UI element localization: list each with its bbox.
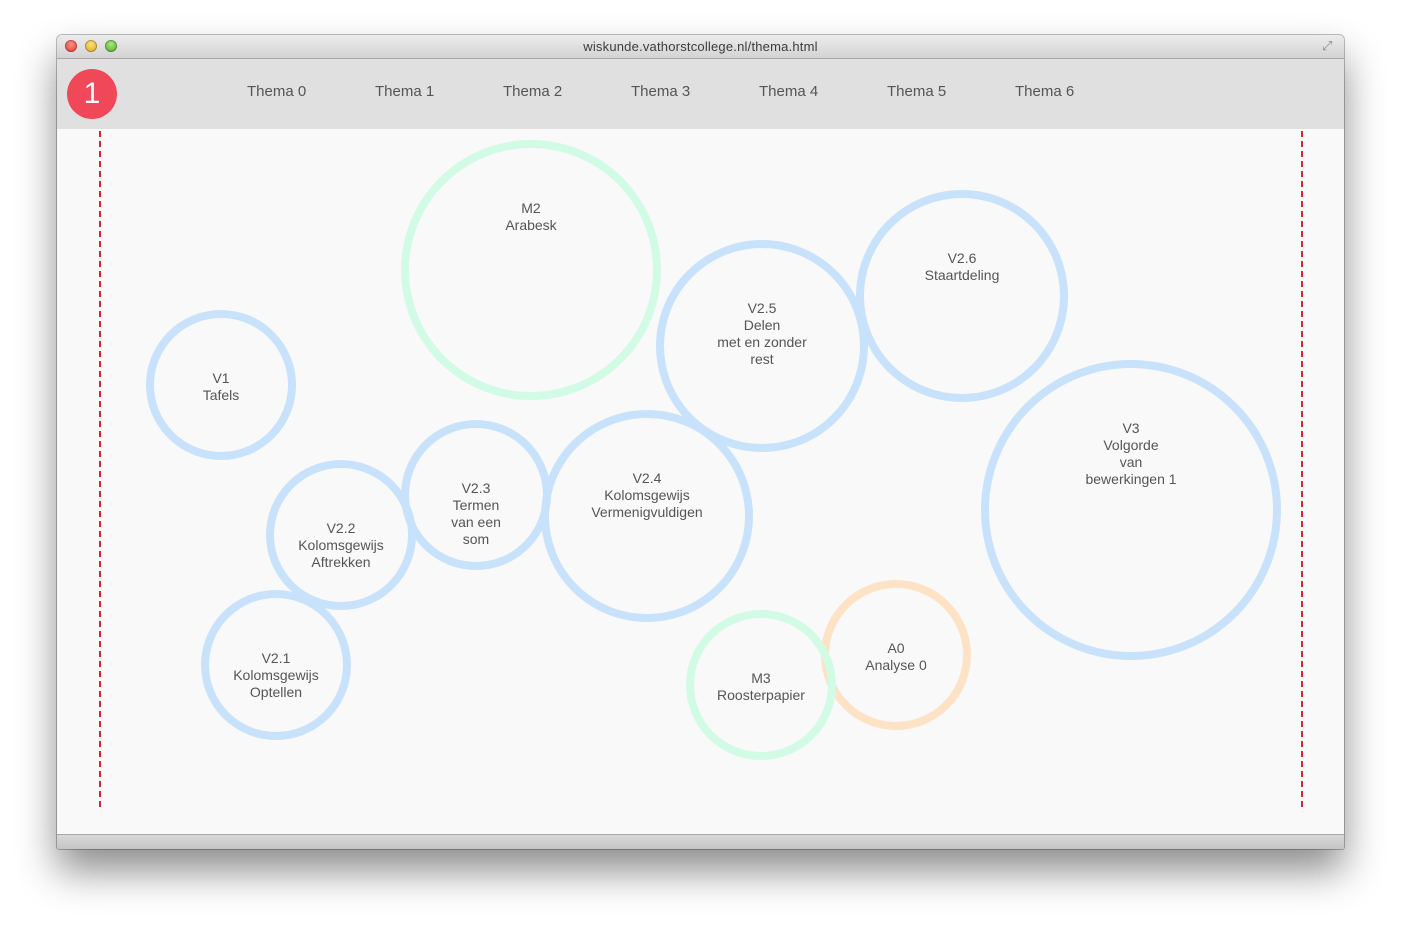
bottom-status-bar <box>57 834 1344 849</box>
bubble-v2-6-code: V2.6 <box>947 250 977 266</box>
bubble-v2-1-code: V2.1 <box>261 650 291 666</box>
bubble-v2-1[interactable]: V2.1 Kolomsgewijs Optellen <box>201 590 351 740</box>
bubble-m2-code: M2 <box>521 200 541 216</box>
bubble-v1-code: V1 <box>212 370 230 386</box>
bubble-m3[interactable]: M3 Roosterpapier <box>686 610 836 760</box>
top-navigation: 1 Thema 0 Thema 1 Thema 2 Thema 3 Thema … <box>57 59 1344 129</box>
bubble-v2-4-text: Kolomsgewijs Vermenigvuldigen <box>591 487 703 520</box>
bubble-v2-2-text: Kolomsgewijs Aftrekken <box>298 537 384 570</box>
left-guide-line <box>99 131 101 807</box>
bubble-v2-3-text: Termen van een som <box>451 497 501 547</box>
browser-window: wiskunde.vathorstcollege.nl/thema.html ⤢… <box>57 35 1344 849</box>
nav-item-thema-4[interactable]: Thema 4 <box>759 83 818 100</box>
bubble-m3-text: Roosterpapier <box>717 687 805 703</box>
bubble-v2-5-code: V2.5 <box>747 300 777 316</box>
right-guide-line <box>1301 131 1303 807</box>
fullscreen-icon[interactable]: ⤢ <box>1322 39 1336 53</box>
bubble-v1-text: Tafels <box>202 387 240 403</box>
bubble-m2[interactable]: M2 Arabesk <box>401 140 661 400</box>
bubble-v1[interactable]: V1 Tafels <box>146 310 296 460</box>
window-url-title: wiskunde.vathorstcollege.nl/thema.html <box>583 39 818 54</box>
bubble-a0[interactable]: A0 Analyse 0 <box>821 580 971 730</box>
bubble-v2-2-code: V2.2 <box>326 520 356 536</box>
bubble-v2-6-text: Staartdeling <box>924 267 1000 283</box>
bubble-v2-3[interactable]: V2.3 Termen van een som <box>401 420 551 570</box>
bubble-v2-6[interactable]: V2.6 Staartdeling <box>856 190 1068 402</box>
nav-item-thema-3[interactable]: Thema 3 <box>631 83 690 100</box>
logo-badge[interactable]: 1 <box>67 69 117 119</box>
bubble-v2-1-text: Kolomsgewijs Optellen <box>233 667 319 700</box>
bubble-a0-code: A0 <box>887 640 905 656</box>
bubble-v3-code: V3 <box>1122 420 1140 436</box>
bubble-v2-4-code: V2.4 <box>632 470 662 486</box>
nav-item-thema-6[interactable]: Thema 6 <box>1015 83 1074 100</box>
bubble-v2-5-text: Delen met en zonder rest <box>717 317 807 367</box>
nav-item-thema-1[interactable]: Thema 1 <box>375 83 434 100</box>
bubble-m3-code: M3 <box>751 670 771 686</box>
bubble-a0-text: Analyse 0 <box>865 657 927 673</box>
bubble-map: M2 Arabesk V2.6 Staartdeling V2.5 Delen … <box>57 129 1344 834</box>
bubble-v2-2[interactable]: V2.2 Kolomsgewijs Aftrekken <box>266 460 416 610</box>
nav-item-thema-2[interactable]: Thema 2 <box>503 83 562 100</box>
nav-item-thema-0[interactable]: Thema 0 <box>247 83 306 100</box>
nav-item-thema-5[interactable]: Thema 5 <box>887 83 946 100</box>
bubble-v2-4[interactable]: V2.4 Kolomsgewijs Vermenigvuldigen <box>541 410 753 622</box>
bubble-v3-text: Volgorde van bewerkingen 1 <box>1085 437 1177 487</box>
bubble-v3[interactable]: V3 Volgorde van bewerkingen 1 <box>981 360 1281 660</box>
bubble-v2-3-code: V2.3 <box>461 480 491 496</box>
bubble-m2-text: Arabesk <box>505 217 557 233</box>
title-bar: wiskunde.vathorstcollege.nl/thema.html ⤢ <box>57 35 1344 59</box>
